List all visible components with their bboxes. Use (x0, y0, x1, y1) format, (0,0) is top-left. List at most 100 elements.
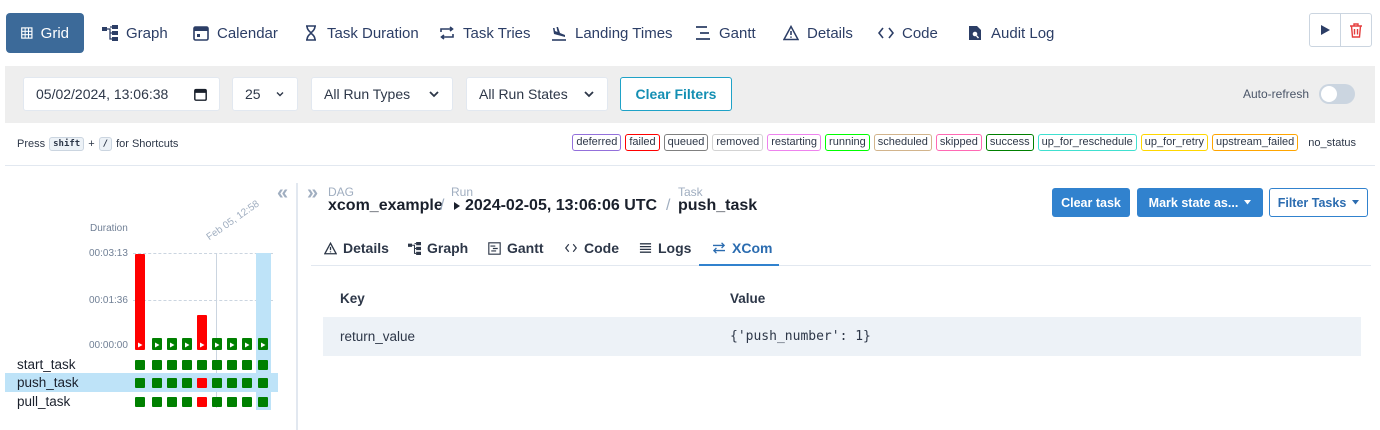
task-instance-square[interactable] (135, 360, 145, 370)
status-badge-no-status[interactable]: no_status (1308, 137, 1356, 149)
caret-down-icon (1244, 200, 1252, 205)
clear-filters-button[interactable]: Clear Filters (620, 77, 732, 111)
task-instance-square[interactable] (135, 397, 145, 407)
run-play-icon (155, 342, 160, 348)
task-instance-square[interactable] (227, 378, 237, 388)
run-play-icon (230, 342, 235, 348)
task-instance-square[interactable] (167, 378, 177, 388)
play-icon (1321, 25, 1330, 35)
task-instance-square[interactable] (212, 378, 222, 388)
caret-down-icon (1352, 200, 1360, 205)
task-instance-square[interactable] (152, 360, 162, 370)
task-instance-square[interactable] (197, 360, 207, 370)
table-header-key: Key (340, 291, 365, 306)
task-instance-square[interactable] (152, 378, 162, 388)
task-instance-square[interactable] (152, 397, 162, 407)
graph-icon (408, 241, 421, 255)
task-row-label[interactable]: pull_task (17, 394, 70, 409)
filter-tasks-label: Filter Tasks (1277, 195, 1347, 210)
clear-task-button[interactable]: Clear task (1052, 188, 1130, 217)
task-instance-square[interactable] (197, 378, 207, 388)
run-types-select[interactable]: All Run Types (311, 77, 453, 111)
task-instance-square[interactable] (212, 360, 222, 370)
tab-audit-log-label: Audit Log (991, 24, 1055, 42)
breadcrumb-task[interactable]: push_task (678, 197, 757, 215)
status-badge-scheduled[interactable]: scheduled (873, 134, 932, 151)
detail-tab-graph[interactable]: Graph (408, 240, 468, 256)
run-states-select[interactable]: All Run States (466, 77, 608, 111)
duration-bar[interactable] (135, 254, 145, 350)
status-badge-restarting[interactable]: restarting (767, 134, 822, 151)
gantt-icon (696, 26, 710, 40)
tab-task-tries-label: Task Tries (463, 24, 531, 42)
task-instance-square[interactable] (242, 360, 252, 370)
status-badge-skipped[interactable]: skipped (935, 134, 982, 151)
status-badge-running[interactable]: running (825, 134, 870, 151)
run-play-icon (138, 342, 143, 348)
detail-tab-code[interactable]: Code (564, 240, 619, 256)
tab-landing-times-label: Landing Times (575, 24, 673, 42)
breadcrumb-run[interactable]: 2024-02-05, 13:06:06 UTC (465, 197, 657, 215)
task-instance-square[interactable] (182, 360, 192, 370)
task-row-label[interactable]: push_task (17, 375, 79, 390)
run-play-icon (185, 342, 190, 348)
task-instance-square[interactable] (227, 360, 237, 370)
detail-tab-label: Details (343, 240, 389, 256)
delete-dag-button[interactable] (1340, 13, 1372, 47)
run-states-value: All Run States (479, 86, 568, 102)
task-instance-square[interactable] (242, 397, 252, 407)
task-instance-square[interactable] (167, 360, 177, 370)
tab-task-duration[interactable]: Task Duration (303, 13, 419, 53)
status-badge-deferred[interactable]: deferred (572, 134, 622, 151)
status-badge-removed[interactable]: removed (712, 134, 764, 151)
task-instance-square[interactable] (258, 397, 268, 407)
auto-refresh-label: Auto-refresh (1242, 87, 1309, 101)
repeat-icon (440, 26, 454, 40)
status-legend: deferred failed queued removed restarting run… (572, 134, 1356, 151)
task-instance-square[interactable] (135, 378, 145, 388)
tab-details-label: Details (807, 24, 853, 42)
task-instance-square[interactable] (227, 397, 237, 407)
tab-task-tries[interactable]: Task Tries (439, 13, 531, 53)
status-badge-upstream_failed[interactable]: upstream_failed (1212, 134, 1299, 151)
tab-code-label: Code (902, 24, 938, 42)
tab-audit-log[interactable]: Audit Log (967, 13, 1054, 53)
detail-tab-xcom[interactable]: XCom (712, 240, 772, 256)
tab-gantt[interactable]: Gantt (695, 13, 756, 53)
logs-icon (639, 243, 652, 253)
code-icon (878, 27, 894, 39)
run-play-icon (200, 342, 205, 348)
filter-tasks-button[interactable]: Filter Tasks (1269, 188, 1368, 217)
task-instance-square[interactable] (197, 397, 207, 407)
detail-tab-gantt[interactable]: Gantt (488, 240, 544, 256)
task-instance-square[interactable] (182, 378, 192, 388)
status-badge-failed[interactable]: failed (625, 134, 660, 151)
breadcrumb-dag[interactable]: xcom_example (328, 197, 443, 215)
expand-details-icon[interactable]: » (307, 182, 318, 205)
task-instance-square[interactable] (258, 360, 268, 370)
status-badge-queued[interactable]: queued (663, 134, 709, 151)
detail-tab-label: Logs (658, 240, 692, 256)
chevron-down-icon (429, 91, 439, 98)
xcom-value-cell: {'push_number': 1} (730, 329, 871, 344)
status-badge-success[interactable]: success (985, 134, 1034, 151)
trigger-dag-button[interactable] (1309, 13, 1341, 47)
task-instance-square[interactable] (242, 378, 252, 388)
mark-state-button[interactable]: Mark state as... (1137, 188, 1263, 217)
task-instance-square[interactable] (167, 397, 177, 407)
detail-tab-logs[interactable]: Logs (639, 240, 691, 256)
detail-tab-label: XCom (732, 240, 773, 256)
warning-icon (324, 241, 337, 254)
task-instance-square[interactable] (258, 378, 268, 388)
tab-landing-times[interactable]: Landing Times (551, 13, 673, 53)
status-badge-up_for_retry[interactable]: up_for_retry (1140, 134, 1209, 151)
task-instance-square[interactable] (182, 397, 192, 407)
status-badge-up_for_reschedule[interactable]: up_for_reschedule (1037, 134, 1137, 151)
detail-tab-details[interactable]: Details (324, 240, 389, 256)
tab-details[interactable]: Details (783, 13, 853, 53)
detail-tab-label: Code (584, 240, 619, 256)
task-instance-square[interactable] (212, 397, 222, 407)
auto-refresh-toggle[interactable] (1319, 84, 1355, 104)
task-row-label[interactable]: start_task (17, 357, 76, 372)
tab-code[interactable]: Code (878, 13, 938, 53)
